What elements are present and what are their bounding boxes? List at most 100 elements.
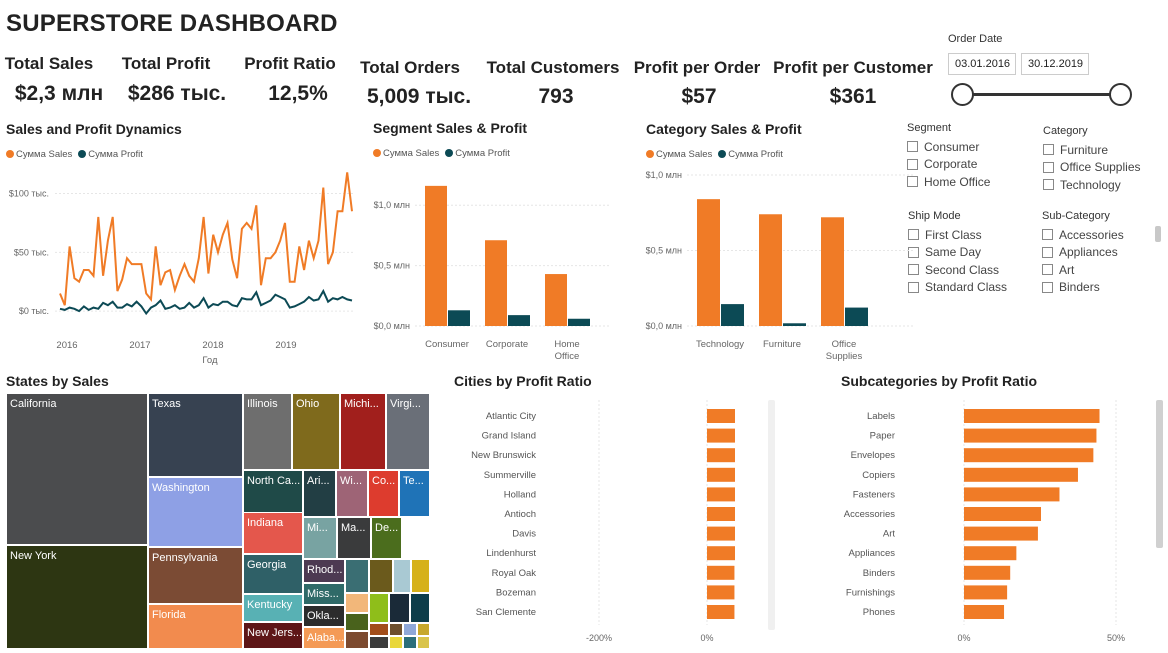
sub-category-scrollbar[interactable] bbox=[1155, 226, 1161, 242]
x-tick-label: 2017 bbox=[129, 340, 150, 351]
profit-ratio-bar bbox=[964, 546, 1017, 561]
option-label: Same Day bbox=[925, 245, 982, 260]
treemap-cell-small[interactable] bbox=[389, 636, 403, 649]
ship-mode-option-first-class[interactable]: First Class bbox=[908, 226, 1007, 244]
treemap-cell-small[interactable] bbox=[369, 636, 389, 649]
treemap-cell-small[interactable] bbox=[417, 623, 430, 636]
category-option-technology[interactable]: Technology bbox=[1043, 176, 1141, 194]
date-slider-end-handle[interactable] bbox=[1109, 83, 1132, 106]
treemap-cell-small[interactable] bbox=[411, 559, 430, 593]
treemap-cell-small[interactable] bbox=[345, 631, 369, 649]
category-label: Consumer bbox=[425, 339, 469, 350]
checkbox[interactable] bbox=[1042, 281, 1053, 293]
date-end-input[interactable]: 30.12.2019 bbox=[1021, 53, 1089, 75]
treemap-cell-indiana[interactable]: Indiana bbox=[243, 512, 303, 554]
date-slider-start-handle[interactable] bbox=[951, 83, 974, 106]
ship-mode-option-second-class[interactable]: Second Class bbox=[908, 261, 1007, 279]
treemap-cell-small[interactable] bbox=[345, 559, 369, 593]
treemap-cell-washington[interactable]: Washington bbox=[148, 477, 243, 547]
sub-category-option-appliances[interactable]: Appliances bbox=[1042, 244, 1124, 262]
treemap-cell-small[interactable] bbox=[403, 636, 417, 649]
treemap-cell-okla[interactable]: Okla... bbox=[303, 605, 345, 627]
sub-category-option-accessories[interactable]: Accessories bbox=[1042, 226, 1124, 244]
checkbox[interactable] bbox=[1043, 161, 1054, 173]
treemap-cell-california[interactable]: California bbox=[6, 393, 148, 545]
treemap-cell-small[interactable] bbox=[369, 623, 389, 636]
treemap-cell-ohio[interactable]: Ohio bbox=[292, 393, 340, 470]
category-option-furniture[interactable]: Furniture bbox=[1043, 141, 1141, 159]
profit-ratio-bar bbox=[707, 428, 735, 443]
checkbox[interactable] bbox=[1042, 264, 1053, 276]
treemap-cell-co[interactable]: Co... bbox=[368, 470, 399, 517]
y-tick-label: $50 тыс. bbox=[14, 247, 49, 257]
segment-sales-profit-title: Segment Sales & Profit bbox=[373, 120, 528, 136]
profit-ratio-bar bbox=[964, 507, 1041, 521]
option-label: Corporate bbox=[924, 157, 978, 172]
legend-sales: Сумма Sales bbox=[6, 149, 72, 160]
treemap-cell-new-york[interactable]: New York bbox=[6, 545, 148, 649]
treemap-cell-pennsylvania[interactable]: Pennsylvania bbox=[148, 547, 243, 604]
profit-ratio-bar bbox=[964, 409, 1100, 423]
treemap-cell-small[interactable] bbox=[410, 593, 430, 623]
treemap-cell-georgia[interactable]: Georgia bbox=[243, 554, 303, 594]
row-label: Accessories bbox=[844, 509, 895, 520]
ship-mode-option-standard-class[interactable]: Standard Class bbox=[908, 279, 1007, 297]
treemap-cell-north-ca[interactable]: North Ca... bbox=[243, 470, 303, 517]
treemap-cell-small[interactable] bbox=[369, 559, 393, 593]
treemap-cell-new-jers[interactable]: New Jers... bbox=[243, 622, 303, 649]
category-label: Home bbox=[554, 339, 579, 350]
sub-category-option-art[interactable]: Art bbox=[1042, 261, 1124, 279]
treemap-cell-small[interactable] bbox=[345, 593, 369, 613]
sub-category-option-binders[interactable]: Binders bbox=[1042, 279, 1124, 297]
treemap-cell-wi[interactable]: Wi... bbox=[336, 470, 368, 517]
y-tick-label: $0,5 млн bbox=[646, 246, 682, 256]
treemap-cell-ari[interactable]: Ari... bbox=[303, 470, 336, 517]
checkbox[interactable] bbox=[907, 141, 918, 153]
treemap-cell-mi[interactable]: Mi... bbox=[303, 517, 337, 559]
profit-ratio-bar bbox=[964, 428, 1097, 443]
row-label: Paper bbox=[870, 431, 895, 442]
profit-bar bbox=[845, 307, 868, 326]
ship-mode-option-same-day[interactable]: Same Day bbox=[908, 244, 1007, 262]
checkbox[interactable] bbox=[1043, 179, 1054, 191]
treemap-cell-small[interactable] bbox=[389, 623, 403, 636]
checkbox[interactable] bbox=[1042, 229, 1053, 241]
kpi-total-customers-value: 793 bbox=[538, 85, 574, 108]
profit-ratio-bar bbox=[707, 507, 735, 521]
checkbox[interactable] bbox=[1043, 144, 1054, 156]
segment-option-consumer[interactable]: Consumer bbox=[907, 138, 990, 156]
treemap-cell-small[interactable] bbox=[393, 559, 411, 593]
row-label: Atlantic City bbox=[486, 411, 536, 422]
subcategories-scrollbar[interactable] bbox=[1156, 400, 1163, 548]
treemap-cell-miss[interactable]: Miss... bbox=[303, 583, 345, 605]
date-slider-track bbox=[962, 93, 1121, 96]
treemap-cell-small[interactable] bbox=[369, 593, 389, 623]
treemap-cell-te[interactable]: Te... bbox=[399, 470, 430, 517]
y-tick-label: $0 тыс. bbox=[19, 306, 49, 316]
treemap-cell-alaba[interactable]: Alaba... bbox=[303, 627, 345, 649]
treemap-cell-de[interactable]: De... bbox=[371, 517, 402, 559]
treemap-cell-kentucky[interactable]: Kentucky bbox=[243, 594, 303, 622]
x-tick-label: -200% bbox=[586, 633, 612, 643]
sales-profit-dynamics-title: Sales and Profit Dynamics bbox=[6, 121, 182, 137]
treemap-cell-florida[interactable]: Florida bbox=[148, 604, 243, 649]
cities-scrollbar[interactable] bbox=[768, 400, 775, 630]
kpi-total-orders-value: 5,009 тыс. bbox=[366, 85, 472, 108]
category-option-office-supplies[interactable]: Office Supplies bbox=[1043, 159, 1141, 177]
treemap-cell-small[interactable] bbox=[417, 636, 430, 649]
date-start-input[interactable]: 03.01.2016 bbox=[948, 53, 1016, 75]
checkbox[interactable] bbox=[1042, 246, 1053, 258]
option-label: Accessories bbox=[1059, 227, 1124, 242]
treemap-cell-small[interactable] bbox=[403, 623, 417, 636]
treemap-cell-texas[interactable]: Texas bbox=[148, 393, 243, 477]
treemap-cell-illinois[interactable]: Illinois bbox=[243, 393, 292, 470]
sales-profit-line-chart: $0 тыс. $50 тыс. $100 тыс. 2016 2017 2018 2019… bbox=[9, 172, 355, 366]
treemap-cell-rhod[interactable]: Rhod... bbox=[303, 559, 345, 583]
treemap-cell-michi[interactable]: Michi... bbox=[340, 393, 386, 470]
option-label: Art bbox=[1059, 262, 1075, 277]
category-bar-chart: $0,0 млн $0,5 млн $1,0 млн Technology Furnit… bbox=[646, 170, 915, 362]
treemap-cell-ma[interactable]: Ma... bbox=[337, 517, 371, 559]
treemap-cell-small[interactable] bbox=[389, 593, 410, 623]
treemap-cell-virgi[interactable]: Virgi... bbox=[386, 393, 430, 470]
treemap-cell-small[interactable] bbox=[345, 613, 369, 631]
